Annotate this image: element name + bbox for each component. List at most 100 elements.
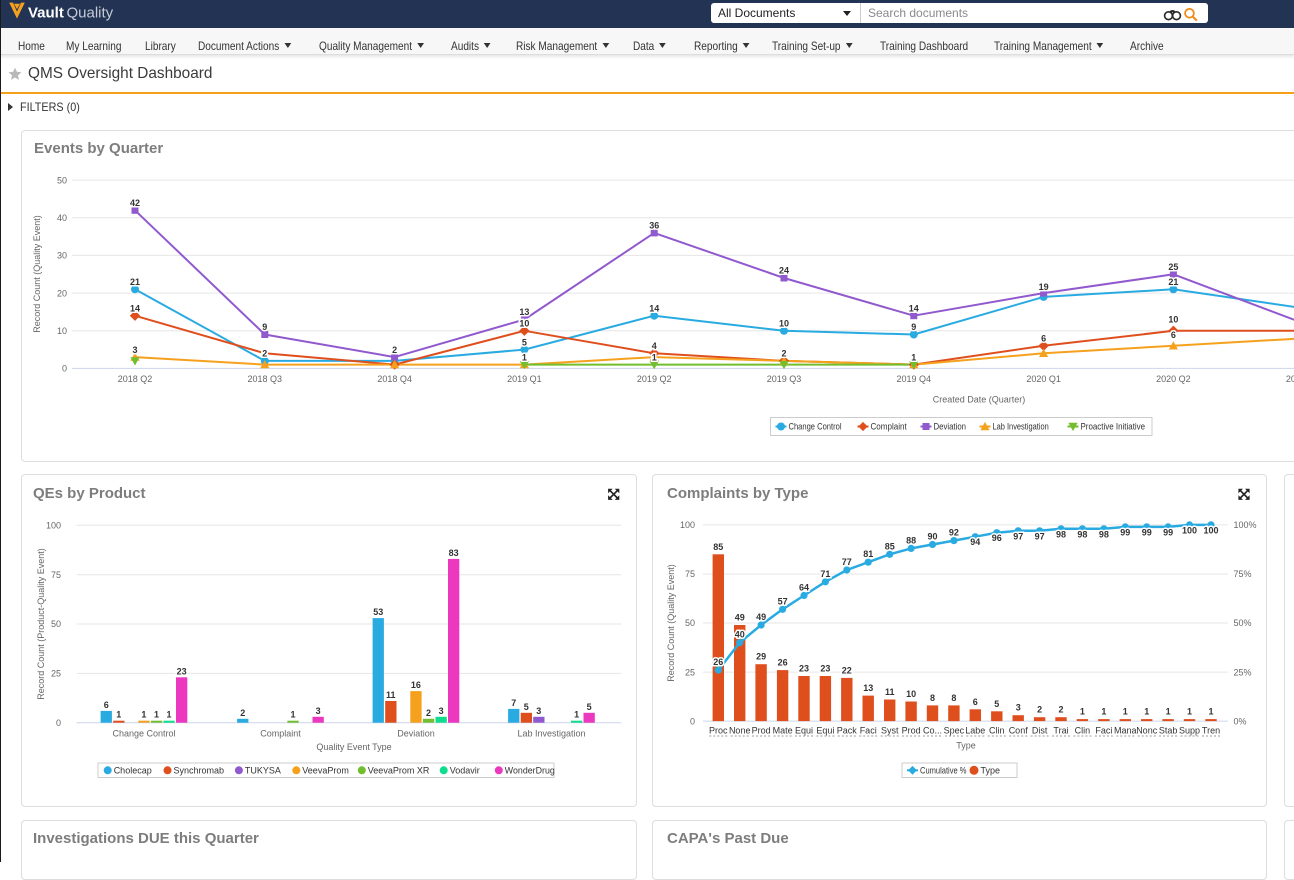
svg-text:3: 3: [132, 345, 137, 355]
svg-text:26: 26: [713, 657, 723, 667]
svg-text:Clin: Clin: [989, 726, 1005, 736]
svg-text:1: 1: [1187, 707, 1192, 717]
svg-text:75: 75: [51, 570, 61, 580]
svg-text:50%: 50%: [1234, 618, 1252, 628]
svg-text:11: 11: [885, 687, 895, 697]
svg-text:WonderDrug: WonderDrug: [505, 765, 555, 775]
svg-text:Lab Investigation: Lab Investigation: [993, 422, 1049, 432]
svg-text:6: 6: [1041, 334, 1046, 344]
svg-text:Stab: Stab: [1159, 726, 1178, 736]
svg-text:Prod: Prod: [902, 726, 921, 736]
svg-text:1: 1: [652, 352, 657, 362]
svg-text:11: 11: [386, 690, 396, 700]
svg-text:1: 1: [154, 710, 159, 720]
svg-text:Complaint: Complaint: [260, 729, 301, 739]
svg-text:6: 6: [973, 697, 978, 707]
svg-text:Tren: Tren: [1202, 726, 1220, 736]
svg-text:7: 7: [511, 698, 516, 708]
svg-text:1: 1: [574, 710, 579, 720]
svg-text:23: 23: [820, 664, 830, 674]
svg-text:Proc: Proc: [709, 726, 728, 736]
svg-text:98: 98: [1077, 529, 1087, 539]
svg-text:25%: 25%: [1234, 667, 1252, 677]
svg-text:98: 98: [1056, 529, 1066, 539]
svg-text:Complaint: Complaint: [871, 422, 908, 432]
svg-text:50: 50: [685, 618, 695, 628]
svg-text:Cumulative %: Cumulative %: [920, 765, 967, 775]
svg-text:14: 14: [649, 303, 659, 313]
svg-text:98: 98: [1099, 529, 1109, 539]
svg-text:29: 29: [756, 652, 766, 662]
svg-text:Faci: Faci: [860, 726, 877, 736]
svg-text:99: 99: [1120, 527, 1130, 537]
svg-text:81: 81: [863, 549, 873, 559]
svg-text:None: None: [729, 726, 751, 736]
svg-text:5: 5: [522, 337, 527, 347]
svg-text:Spec: Spec: [944, 726, 965, 736]
svg-text:2020 Q2: 2020 Q2: [1156, 374, 1191, 384]
svg-text:77: 77: [842, 557, 852, 567]
svg-text:2: 2: [1058, 705, 1063, 715]
svg-text:4: 4: [652, 341, 657, 351]
svg-text:13: 13: [863, 683, 873, 693]
svg-text:10: 10: [1168, 315, 1178, 325]
svg-text:90: 90: [927, 532, 937, 542]
svg-text:9: 9: [262, 322, 267, 332]
svg-text:Faci: Faci: [1095, 726, 1112, 736]
svg-text:2: 2: [1037, 705, 1042, 715]
svg-text:13: 13: [519, 307, 529, 317]
svg-text:25: 25: [51, 669, 61, 679]
svg-text:5: 5: [524, 702, 529, 712]
svg-text:2019 Q3: 2019 Q3: [767, 374, 802, 384]
svg-text:2019 Q4: 2019 Q4: [897, 374, 932, 384]
svg-text:2019 Q2: 2019 Q2: [637, 374, 672, 384]
svg-text:Mate: Mate: [773, 726, 793, 736]
svg-text:49: 49: [735, 613, 745, 623]
svg-text:21: 21: [1168, 277, 1178, 287]
svg-text:Dist: Dist: [1032, 726, 1048, 736]
svg-text:97: 97: [1013, 531, 1023, 541]
svg-text:2: 2: [392, 345, 397, 355]
svg-text:Prod: Prod: [752, 726, 771, 736]
svg-text:0%: 0%: [1234, 716, 1247, 726]
svg-text:1: 1: [1144, 707, 1149, 717]
svg-text:3: 3: [439, 706, 444, 716]
svg-text:2019 Q1: 2019 Q1: [507, 374, 542, 384]
svg-text:21: 21: [130, 277, 140, 287]
svg-text:100: 100: [1203, 525, 1218, 535]
svg-text:22: 22: [842, 665, 852, 675]
svg-text:1: 1: [1208, 707, 1213, 717]
svg-text:85: 85: [713, 542, 723, 552]
svg-text:1: 1: [141, 710, 146, 720]
svg-text:1: 1: [116, 710, 121, 720]
svg-text:Vodavir: Vodavir: [450, 765, 480, 775]
svg-text:2: 2: [262, 349, 267, 359]
svg-text:50: 50: [51, 619, 61, 629]
svg-text:10: 10: [519, 318, 529, 328]
svg-text:49: 49: [756, 612, 766, 622]
svg-text:57: 57: [778, 596, 788, 606]
svg-text:Clin: Clin: [1075, 726, 1091, 736]
svg-text:25: 25: [685, 667, 695, 677]
svg-text:1: 1: [1080, 707, 1085, 717]
svg-text:Type: Type: [956, 741, 976, 751]
svg-text:100: 100: [46, 521, 61, 531]
svg-text:2018 Q2: 2018 Q2: [118, 374, 153, 384]
svg-text:2: 2: [426, 708, 431, 718]
svg-text:19: 19: [1039, 282, 1049, 292]
svg-text:1: 1: [522, 352, 527, 362]
svg-text:2: 2: [781, 349, 786, 359]
svg-text:1: 1: [1123, 707, 1128, 717]
svg-text:96: 96: [992, 533, 1002, 543]
svg-text:26: 26: [778, 658, 788, 668]
svg-text:24: 24: [779, 266, 789, 276]
svg-text:85: 85: [885, 541, 895, 551]
svg-text:0: 0: [690, 716, 695, 726]
svg-text:50: 50: [57, 175, 67, 185]
svg-text:Created Date (Quarter): Created Date (Quarter): [933, 395, 1026, 405]
svg-text:Change Control: Change Control: [789, 422, 842, 432]
svg-text:88: 88: [906, 535, 916, 545]
svg-text:Deviation: Deviation: [397, 729, 435, 739]
svg-text:100: 100: [1182, 525, 1197, 535]
svg-text:42: 42: [130, 198, 140, 208]
